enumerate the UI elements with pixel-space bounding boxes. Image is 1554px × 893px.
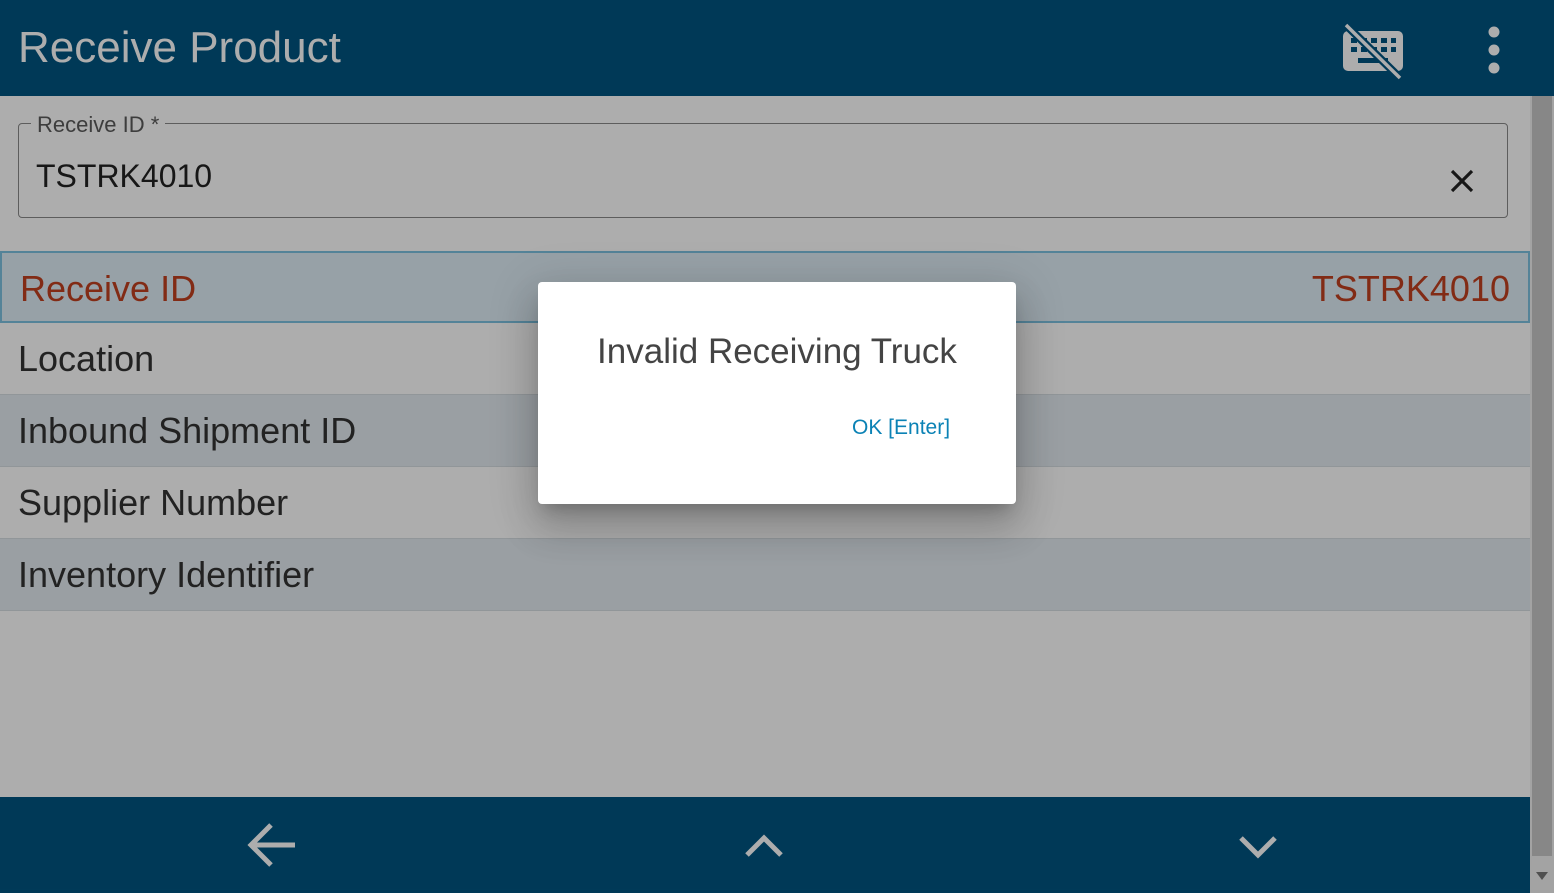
ok-button[interactable]: OK [Enter] xyxy=(844,412,958,444)
alert-dialog: Invalid Receiving Truck OK [Enter] xyxy=(538,282,1016,504)
dialog-message: Invalid Receiving Truck xyxy=(597,332,957,371)
